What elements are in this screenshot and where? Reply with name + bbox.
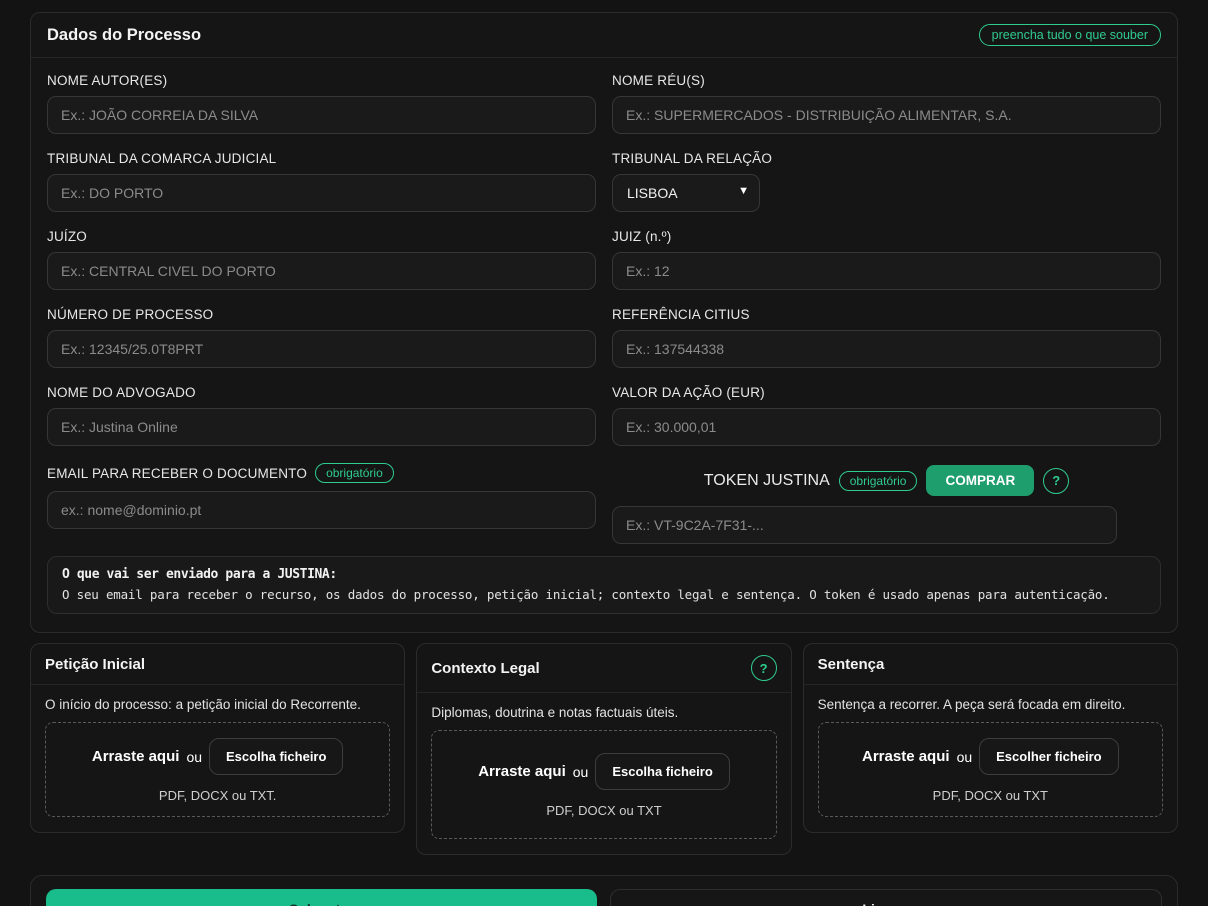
- or-label: ou: [573, 764, 589, 780]
- field-appeal-court: TRIBUNAL DA RELAÇÃO LISBOA ▼: [612, 151, 1161, 212]
- clear-button[interactable]: Limpar: [610, 889, 1163, 906]
- email-required-badge: obrigatório: [315, 463, 394, 483]
- drop-instruction: Arraste aqui ou Escolha ficheiro: [54, 738, 381, 775]
- legal-context-description: Diplomas, doutrina e notas factuais útei…: [431, 705, 776, 720]
- sentence-description: Sentença a recorrer. A peça será focada …: [818, 697, 1163, 712]
- upload-cards: Petição Inicial O início do processo: a …: [30, 643, 1178, 855]
- field-judge-number: JUIZ (n.º): [612, 229, 1161, 290]
- file-types-hint: PDF, DOCX ou TXT: [827, 788, 1154, 803]
- defendants-label: NOME RÉU(S): [612, 73, 1161, 88]
- field-court-section: JUÍZO: [47, 229, 596, 290]
- form-row-1: NOME AUTOR(ES) NOME RÉU(S): [47, 73, 1161, 134]
- district-court-input[interactable]: [47, 174, 596, 212]
- sentence-body: Sentença a recorrer. A peça será focada …: [804, 685, 1177, 832]
- appeal-court-select[interactable]: LISBOA: [612, 174, 760, 212]
- lawyer-name-input[interactable]: [47, 408, 596, 446]
- appeal-court-select-wrap: LISBOA ▼: [612, 174, 760, 212]
- token-label: TOKEN JUSTINA: [704, 472, 830, 490]
- citius-reference-label: REFERÊNCIA CITIUS: [612, 307, 1161, 322]
- field-lawyer-name: NOME DO ADVOGADO: [47, 385, 596, 446]
- justina-info-box: O que vai ser enviado para a JUSTINA: O …: [47, 556, 1161, 614]
- form-row-4: NÚMERO DE PROCESSO REFERÊNCIA CITIUS: [47, 307, 1161, 368]
- case-number-input[interactable]: [47, 330, 596, 368]
- citius-reference-input[interactable]: [612, 330, 1161, 368]
- token-label-row: TOKEN JUSTINA obrigatório COMPRAR ?: [612, 465, 1161, 496]
- sentence-dropzone[interactable]: Arraste aqui ou Escolher ficheiro PDF, D…: [818, 722, 1163, 817]
- defendants-input[interactable]: [612, 96, 1161, 134]
- legal-context-help-icon[interactable]: ?: [751, 655, 777, 681]
- action-bar: Submeter Limpar: [30, 875, 1178, 906]
- initial-petition-body: O início do processo: a petição inicial …: [31, 685, 404, 832]
- claim-value-label: VALOR DA AÇÃO (EUR): [612, 385, 1161, 400]
- process-data-panel: Dados do Processo preencha tudo o que so…: [30, 12, 1178, 633]
- drag-here-label: Arraste aqui: [92, 748, 180, 765]
- form-row-5: NOME DO ADVOGADO VALOR DA AÇÃO (EUR): [47, 385, 1161, 446]
- field-email: EMAIL PARA RECEBER O DOCUMENTO obrigatór…: [47, 463, 596, 544]
- token-input[interactable]: [612, 506, 1117, 544]
- authors-label: NOME AUTOR(ES): [47, 73, 596, 88]
- case-number-label: NÚMERO DE PROCESSO: [47, 307, 596, 322]
- claim-value-input[interactable]: [612, 408, 1161, 446]
- info-box-title: O que vai ser enviado para a JUSTINA:: [62, 567, 1146, 582]
- token-help-icon[interactable]: ?: [1043, 468, 1069, 494]
- authors-input[interactable]: [47, 96, 596, 134]
- buy-token-button[interactable]: COMPRAR: [926, 465, 1034, 496]
- page-title: Dados do Processo: [47, 26, 201, 45]
- or-label: ou: [957, 749, 973, 765]
- court-section-input[interactable]: [47, 252, 596, 290]
- legal-context-body: Diplomas, doutrina e notas factuais útei…: [417, 693, 790, 854]
- file-types-hint: PDF, DOCX ou TXT.: [54, 788, 381, 803]
- field-defendants: NOME RÉU(S): [612, 73, 1161, 134]
- legal-context-header: Contexto Legal ?: [417, 644, 790, 693]
- form-row-2: TRIBUNAL DA COMARCA JUDICIAL TRIBUNAL DA…: [47, 151, 1161, 212]
- email-label: EMAIL PARA RECEBER O DOCUMENTO: [47, 466, 307, 481]
- choose-file-button[interactable]: Escolha ficheiro: [595, 753, 729, 790]
- initial-petition-header: Petição Inicial: [31, 644, 404, 685]
- drag-here-label: Arraste aqui: [862, 748, 950, 765]
- field-claim-value: VALOR DA AÇÃO (EUR): [612, 385, 1161, 446]
- drop-instruction: Arraste aqui ou Escolha ficheiro: [440, 753, 767, 790]
- card-legal-context: Contexto Legal ? Diplomas, doutrina e no…: [416, 643, 791, 855]
- field-token: TOKEN JUSTINA obrigatório COMPRAR ?: [612, 463, 1161, 544]
- field-case-number: NÚMERO DE PROCESSO: [47, 307, 596, 368]
- sentence-header: Sentença: [804, 644, 1177, 685]
- info-box-body: O seu email para receber o recurso, os d…: [62, 587, 1146, 602]
- token-required-badge: obrigatório: [839, 471, 918, 491]
- or-label: ou: [186, 749, 202, 765]
- drag-here-label: Arraste aqui: [478, 763, 566, 780]
- fill-hint-badge: preencha tudo o que souber: [979, 24, 1161, 46]
- judge-number-label: JUIZ (n.º): [612, 229, 1161, 244]
- card-initial-petition: Petição Inicial O início do processo: a …: [30, 643, 405, 833]
- form-row-6: EMAIL PARA RECEBER O DOCUMENTO obrigatór…: [47, 463, 1161, 544]
- page: Dados do Processo preencha tudo o que so…: [0, 0, 1208, 906]
- panel-header: Dados do Processo preencha tudo o que so…: [31, 13, 1177, 58]
- field-citius-reference: REFERÊNCIA CITIUS: [612, 307, 1161, 368]
- court-section-label: JUÍZO: [47, 229, 596, 244]
- legal-context-title: Contexto Legal: [431, 660, 539, 677]
- email-input[interactable]: [47, 491, 596, 529]
- initial-petition-dropzone[interactable]: Arraste aqui ou Escolha ficheiro PDF, DO…: [45, 722, 390, 817]
- sentence-title: Sentença: [818, 656, 885, 673]
- district-court-label: TRIBUNAL DA COMARCA JUDICIAL: [47, 151, 596, 166]
- drop-instruction: Arraste aqui ou Escolher ficheiro: [827, 738, 1154, 775]
- lawyer-name-label: NOME DO ADVOGADO: [47, 385, 596, 400]
- initial-petition-description: O início do processo: a petição inicial …: [45, 697, 390, 712]
- choose-file-button[interactable]: Escolha ficheiro: [209, 738, 343, 775]
- legal-context-dropzone[interactable]: Arraste aqui ou Escolha ficheiro PDF, DO…: [431, 730, 776, 839]
- card-sentence: Sentença Sentença a recorrer. A peça ser…: [803, 643, 1178, 833]
- submit-button[interactable]: Submeter: [46, 889, 597, 906]
- file-types-hint: PDF, DOCX ou TXT: [440, 803, 767, 818]
- appeal-court-label: TRIBUNAL DA RELAÇÃO: [612, 151, 1161, 166]
- judge-number-input[interactable]: [612, 252, 1161, 290]
- field-district-court: TRIBUNAL DA COMARCA JUDICIAL: [47, 151, 596, 212]
- form-row-3: JUÍZO JUIZ (n.º): [47, 229, 1161, 290]
- email-label-row: EMAIL PARA RECEBER O DOCUMENTO obrigatór…: [47, 463, 596, 483]
- choose-file-button[interactable]: Escolher ficheiro: [979, 738, 1118, 775]
- process-form: NOME AUTOR(ES) NOME RÉU(S) TRIBUNAL DA C…: [31, 58, 1177, 632]
- field-authors: NOME AUTOR(ES): [47, 73, 596, 134]
- initial-petition-title: Petição Inicial: [45, 656, 145, 673]
